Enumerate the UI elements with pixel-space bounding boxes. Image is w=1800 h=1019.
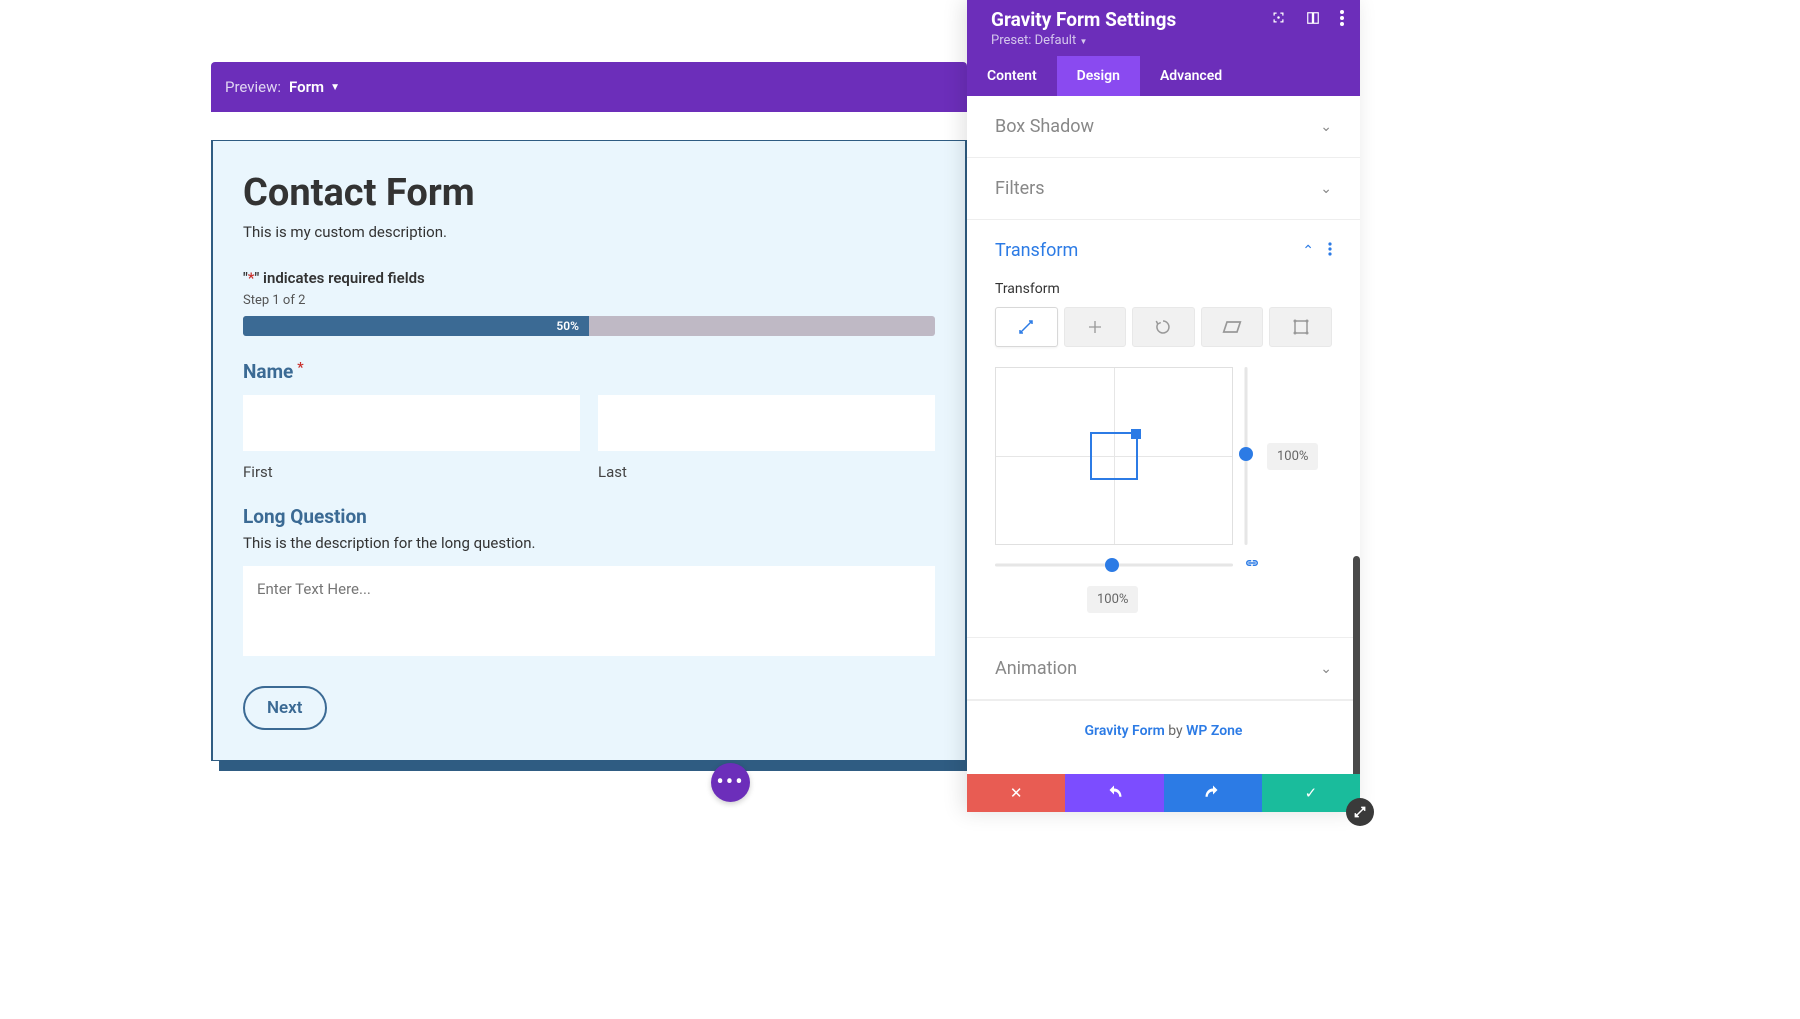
section-animation[interactable]: Animation ⌄: [967, 638, 1360, 700]
section-box-shadow[interactable]: Box Shadow ⌄: [967, 96, 1360, 158]
tab-design[interactable]: Design: [1057, 56, 1140, 96]
transform-body: Transform: [967, 265, 1360, 638]
undo-icon: [1105, 785, 1123, 801]
settings-panel: Gravity Form Settings Preset: Default ▼ …: [967, 0, 1360, 812]
vslider-thumb[interactable]: [1239, 447, 1253, 461]
gravity-form-link[interactable]: Gravity Form: [1085, 723, 1165, 739]
transform-sublabel: Transform: [995, 281, 1332, 297]
transform-skew-tab[interactable]: [1201, 307, 1264, 347]
progress-bar: 50%: [243, 316, 935, 336]
resize-handle-icon[interactable]: [1131, 429, 1141, 439]
transform-box[interactable]: [1090, 432, 1138, 480]
first-name-input[interactable]: [243, 395, 580, 451]
vslider-value[interactable]: 100%: [1267, 443, 1318, 470]
redo-icon: [1204, 785, 1222, 801]
chevron-down-icon: ⌄: [1320, 661, 1332, 677]
preview-form-select[interactable]: Form: [289, 78, 324, 96]
focus-icon[interactable]: [1271, 10, 1286, 29]
save-button[interactable]: ✓: [1262, 774, 1360, 812]
required-fields-note: "*" indicates required fields: [243, 269, 935, 287]
expand-icon: [1353, 805, 1367, 819]
preset-selector[interactable]: Preset: Default ▼: [991, 33, 1344, 48]
transform-scale-tab[interactable]: [995, 307, 1058, 347]
section-transform[interactable]: Transform ⌃: [967, 220, 1360, 265]
close-icon: ✕: [1010, 784, 1023, 802]
long-question-description: This is the description for the long que…: [243, 534, 935, 552]
expand-panel-button[interactable]: [1346, 798, 1374, 826]
undo-button[interactable]: [1065, 774, 1163, 812]
chevron-down-icon: ⌄: [1320, 119, 1332, 135]
hslider-value[interactable]: 100%: [1087, 586, 1138, 613]
transform-translate-tab[interactable]: [1064, 307, 1127, 347]
caret-down-icon[interactable]: ▼: [330, 82, 340, 93]
panel-tabs: Content Design Advanced: [967, 56, 1360, 96]
next-button[interactable]: Next: [243, 686, 327, 730]
chevron-down-icon: ⌄: [1320, 181, 1332, 197]
panel-footer: ✕ ✓: [967, 774, 1360, 812]
long-question-label: Long Question: [243, 505, 935, 528]
form-card-shadow: [219, 761, 968, 771]
step-indicator: Step 1 of 2: [243, 293, 935, 308]
scrollbar-thumb[interactable]: [1353, 556, 1360, 774]
asterisk-icon: *: [248, 269, 255, 287]
long-question-textarea[interactable]: [243, 566, 935, 656]
tab-content[interactable]: Content: [967, 56, 1057, 96]
progress-fill: 50%: [243, 316, 589, 336]
caret-down-icon: ▼: [1079, 37, 1087, 46]
last-name-sublabel: Last: [598, 463, 935, 481]
form-description: This is my custom description.: [243, 223, 935, 241]
panel-header: Gravity Form Settings Preset: Default ▼: [967, 0, 1360, 56]
horizontal-slider[interactable]: [995, 562, 1233, 568]
first-name-sublabel: First: [243, 463, 580, 481]
last-name-input[interactable]: [598, 395, 935, 451]
cancel-button[interactable]: ✕: [967, 774, 1065, 812]
vertical-slider[interactable]: [1243, 367, 1249, 545]
form-title: Contact Form: [243, 171, 935, 215]
panel-title: Gravity Form Settings: [991, 8, 1176, 31]
transform-rotate-tab[interactable]: [1132, 307, 1195, 347]
preview-toolbar: Preview: Form ▼: [211, 62, 967, 112]
column-view-icon[interactable]: [1306, 10, 1320, 29]
hslider-thumb[interactable]: [1105, 558, 1119, 572]
chevron-up-icon: ⌃: [1302, 243, 1314, 259]
required-star-icon: *: [297, 360, 303, 376]
panel-body: Box Shadow ⌄ Filters ⌄ Transform ⌃ Trans…: [967, 96, 1360, 774]
transform-origin-tab[interactable]: [1269, 307, 1332, 347]
check-icon: ✓: [1305, 784, 1318, 802]
transform-canvas[interactable]: [995, 367, 1233, 545]
tab-advanced[interactable]: Advanced: [1140, 56, 1242, 96]
section-filters[interactable]: Filters ⌄: [967, 158, 1360, 220]
name-field-label: Name*: [243, 360, 935, 383]
form-preview-card: Contact Form This is my custom descripti…: [211, 140, 967, 761]
kebab-menu-icon[interactable]: [1340, 10, 1344, 30]
section-options-icon[interactable]: [1328, 241, 1332, 260]
redo-button[interactable]: [1164, 774, 1262, 812]
wp-zone-link[interactable]: WP Zone: [1186, 723, 1242, 739]
link-axes-icon[interactable]: [1243, 555, 1261, 574]
more-options-fab[interactable]: •••: [711, 763, 750, 802]
preview-label: Preview:: [225, 78, 281, 96]
footer-credit: Gravity Form by WP Zone: [967, 700, 1360, 761]
